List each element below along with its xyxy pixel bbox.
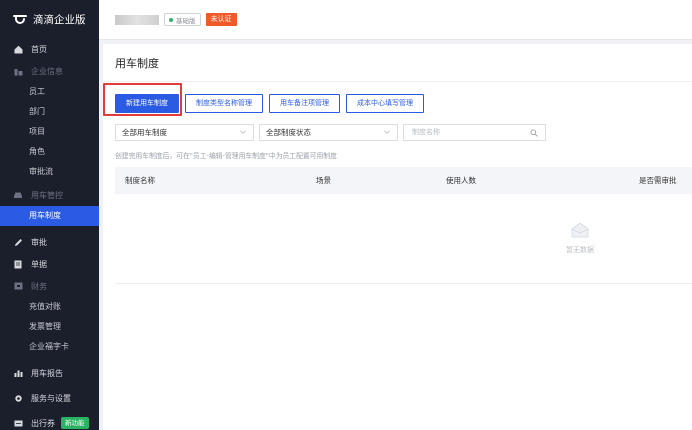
sidebar-group-label: 企业信息 (31, 66, 63, 76)
sidebar-item-recharge[interactable]: 充值对账 (0, 297, 99, 317)
sidebar-group-enterprise: 企业信息 (0, 60, 99, 82)
ticket-icon (13, 418, 23, 428)
sidebar-item-trip-coupon[interactable]: 出行券 新功能 (0, 412, 99, 430)
sidebar-item-home[interactable]: 首页 (0, 38, 99, 60)
column-header-scene: 场景 (316, 176, 331, 185)
sidebar-item-label: 单据 (31, 259, 47, 269)
sidebar-group-label: 用车管控 (31, 190, 63, 200)
sidebar-item-employees[interactable]: 员工 (0, 82, 99, 102)
status-filter-select[interactable]: 全部制度状态 (259, 124, 398, 141)
sidebar-item-service[interactable]: 服务与设置 (0, 387, 99, 409)
sidebar-item-label: 服务与设置 (31, 393, 71, 403)
rule-filter-select[interactable]: 全部用车制度 (115, 124, 254, 141)
car-remark-button[interactable]: 用车备注项管理 (269, 94, 340, 113)
didi-logo-icon (13, 14, 27, 24)
empty-state-text: 暂无数据 (566, 246, 594, 254)
home-icon (13, 44, 23, 54)
new-feature-badge: 新功能 (61, 417, 89, 429)
column-header-user-count: 使用人数 (446, 176, 476, 185)
cost-center-button[interactable]: 成本中心填写管理 (346, 94, 424, 113)
table-body: 暂无数据 (115, 194, 692, 284)
sidebar-item-label: 出行券 (31, 418, 55, 428)
sidebar-item-label: 首页 (31, 44, 47, 54)
unverified-badge[interactable]: 未认证 (205, 13, 237, 26)
rule-name-search-input[interactable]: 制度名称 (403, 124, 546, 141)
empty-state: 暂无数据 (555, 222, 605, 255)
sidebar-item-report[interactable]: 用车报告 (0, 362, 99, 384)
hint-text: 创建完用车制度后，可在"员工-编辑-管理用车制度"中为员工配置可用制度 (115, 152, 337, 160)
sidebar-item-roles[interactable]: 角色 (0, 142, 99, 162)
car-icon (13, 190, 23, 200)
action-toolbar: 新建用车制度 制度类型名称管理 用车备注项管理 成本中心填写管理 (115, 94, 430, 113)
sidebar-item-bills[interactable]: 单据 (0, 253, 99, 275)
wallet-icon (13, 281, 23, 291)
bar-chart-icon (13, 368, 23, 378)
sidebar-item-car-rules[interactable]: 用车制度 (0, 206, 99, 226)
empty-box-icon (571, 222, 589, 238)
sidebar-group-label: 财务 (31, 281, 47, 291)
search-icon (530, 129, 538, 137)
sidebar-item-label: 审批 (31, 237, 47, 247)
column-header-approval: 是否需审批 (639, 176, 677, 185)
sidebar-item-approval[interactable]: 审批 (0, 231, 99, 253)
top-bar: 基础版 未认证 (99, 0, 692, 40)
pen-icon (13, 237, 23, 247)
sidebar: 滴滴企业版 首页 企业信息 员工 部门 项目 角色 审批流 用车管控 用车制度 (0, 0, 99, 430)
sidebar-group-finance: 财务 (0, 275, 99, 297)
sidebar-item-welfare-card[interactable]: 企业福字卡 (0, 337, 99, 357)
rule-type-name-button[interactable]: 制度类型名称管理 (185, 94, 263, 113)
building-icon (13, 66, 23, 76)
brand-logo[interactable]: 滴滴企业版 (0, 0, 99, 38)
company-name-redacted (115, 14, 159, 25)
column-header-name: 制度名称 (125, 176, 155, 185)
document-icon (13, 259, 23, 269)
main-panel: 用车制度 新建用车制度 制度类型名称管理 用车备注项管理 成本中心填写管理 全部… (103, 44, 692, 430)
gear-icon (13, 393, 23, 403)
sidebar-item-projects[interactable]: 项目 (0, 122, 99, 142)
create-car-rule-button[interactable]: 新建用车制度 (115, 94, 179, 113)
page-title: 用车制度 (103, 44, 692, 82)
plan-badge: 基础版 (164, 13, 201, 26)
table-header: 制度名称 场景 使用人数 是否需审批 (115, 167, 692, 194)
sidebar-item-departments[interactable]: 部门 (0, 102, 99, 122)
brand-name: 滴滴企业版 (33, 13, 86, 26)
sidebar-group-car-mgmt: 用车管控 (0, 184, 99, 206)
sidebar-item-invoice[interactable]: 发票管理 (0, 317, 99, 337)
chevron-down-icon (384, 130, 390, 134)
sidebar-item-approval-flow[interactable]: 审批流 (0, 162, 99, 182)
chevron-down-icon (240, 130, 246, 134)
filter-bar: 全部用车制度 全部制度状态 制度名称 (115, 124, 546, 141)
status-dot-icon (169, 17, 173, 22)
sidebar-item-label: 用车报告 (31, 368, 63, 378)
